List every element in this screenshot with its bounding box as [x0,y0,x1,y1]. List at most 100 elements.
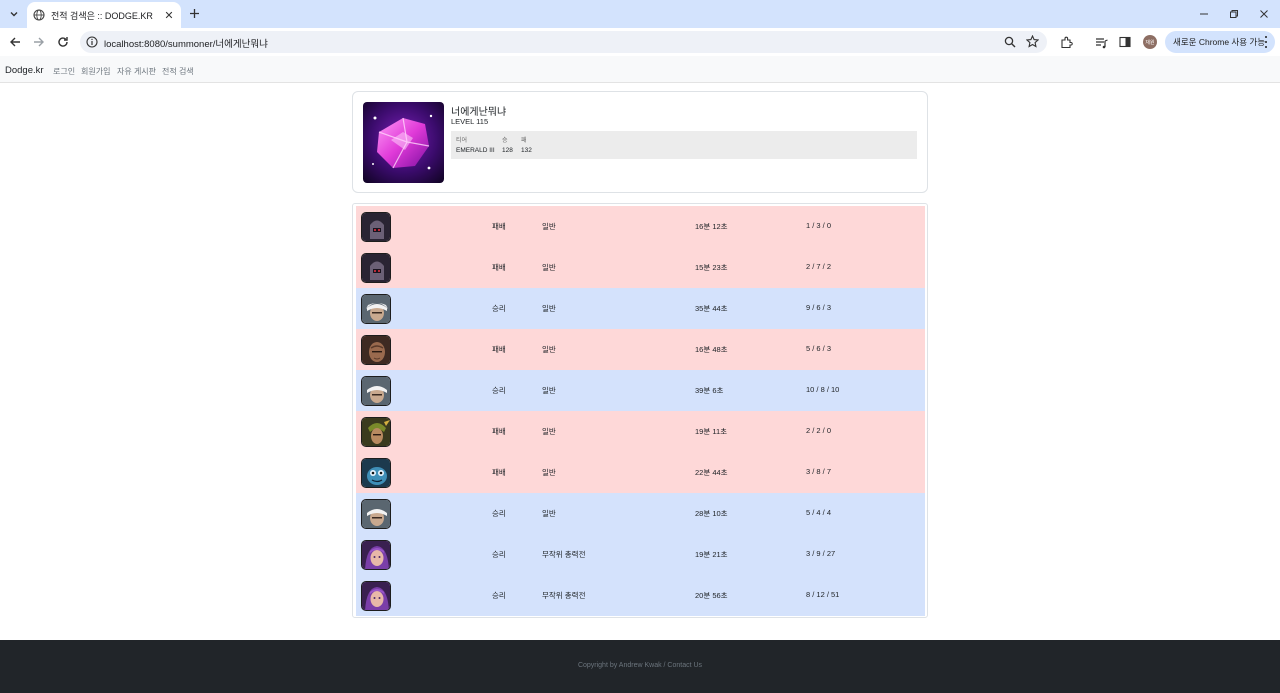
match-mode: 일반 [542,509,556,518]
rank-wins: 128 [502,147,513,154]
close-tab-icon[interactable]: ✕ [163,9,175,22]
match-result: 승리 [492,304,506,313]
champion-portrait-icon [361,458,391,488]
match-kda: 2 / 2 / 0 [806,426,832,435]
match-result: 승리 [492,386,506,395]
champion-portrait-icon [361,212,391,242]
match-mode: 일반 [542,468,556,477]
profile-avatar[interactable]: 재원 [1143,35,1157,49]
url-text[interactable]: localhost:8080/summoner/너에게난뭐냐 [104,36,268,50]
match-duration: 35분 44초 [695,304,728,313]
champion-portrait-icon [361,253,391,283]
match-duration: 16분 48초 [695,345,728,354]
tab-search-chevron-icon[interactable] [5,5,22,22]
rank-header-tier: 티어 [456,138,468,144]
rank-table: 티어 승 패 EMERALD III 128 132 [451,131,917,159]
address-bar[interactable]: localhost:8080/summoner/너에게난뭐냐 [80,31,1047,53]
match-kda: 10 / 8 / 10 [806,385,840,394]
nav-link-record-search[interactable]: 전적 검색 [162,66,194,77]
chrome-update-button[interactable]: 새로운 Chrome 사용 가능 [1165,31,1275,53]
restore-window-icon[interactable] [1226,6,1242,22]
match-row[interactable]: 승리 일반 28분 10초 5 / 4 / 4 [356,493,925,534]
match-result: 승리 [492,591,506,600]
new-tab-plus-icon[interactable] [187,6,202,21]
nav-link-free-board[interactable]: 자유 게시판 [117,66,156,77]
globe-icon [33,9,45,21]
tab-title: 전적 검색은 :: DODGE.KR [51,10,153,21]
champion-portrait-icon [361,417,391,447]
match-mode: 무작위 총력전 [542,591,586,600]
match-row[interactable]: 승리 무작위 총력전 20분 56초 8 / 12 / 51 [356,575,925,616]
match-row[interactable]: 패배 일반 19분 11초 2 / 2 / 0 [356,411,925,452]
match-duration: 16분 12초 [695,222,728,231]
match-mode: 일반 [542,345,556,354]
minimize-window-icon[interactable] [1196,6,1212,22]
match-row[interactable]: 승리 일반 39분 6초 10 / 8 / 10 [356,370,925,411]
match-kda: 5 / 6 / 3 [806,344,832,353]
reload-icon[interactable] [55,34,71,50]
match-kda: 9 / 6 / 3 [806,303,832,312]
match-duration: 20분 56초 [695,591,728,600]
match-history-list: 패배 일반 16분 12초 1 / 3 / 0 패배 일반 15분 23초 2 … [352,203,928,618]
match-row[interactable]: 패배 일반 22분 44초 3 / 8 / 7 [356,452,925,493]
match-duration: 22분 44초 [695,468,728,477]
match-result: 패배 [492,263,506,272]
match-duration: 39분 6초 [695,386,724,395]
match-result: 패배 [492,427,506,436]
champion-portrait-icon [361,294,391,324]
rank-header-wins: 승 [502,138,508,144]
match-mode: 일반 [542,386,556,395]
rank-tier: EMERALD III [456,147,495,154]
match-row[interactable]: 승리 일반 35분 44초 9 / 6 / 3 [356,288,925,329]
site-navbar: Dodge.kr 로그인 회원가입 자유 게시판 전적 검색 [0,56,1280,83]
match-result: 패배 [492,468,506,477]
brand-link[interactable]: Dodge.kr [5,65,44,76]
nav-link-signup[interactable]: 회원가입 [81,66,110,77]
summoner-profile-icon [363,102,444,183]
match-row[interactable]: 승리 무작위 총력전 19분 21초 3 / 9 / 27 [356,534,925,575]
match-row[interactable]: 패배 일반 16분 12초 1 / 3 / 0 [356,206,925,247]
rank-header-losses: 패 [521,138,527,144]
more-menu-icon[interactable] [1264,36,1268,48]
match-kda: 5 / 4 / 4 [806,508,832,517]
champion-portrait-icon [361,499,391,529]
browser-tab-strip: 전적 검색은 :: DODGE.KR ✕ [0,0,1280,28]
match-duration: 19분 11초 [695,427,728,436]
back-arrow-icon[interactable] [7,34,23,50]
bookmark-star-icon[interactable] [1026,35,1039,48]
close-window-icon[interactable] [1256,6,1272,22]
match-duration: 15분 23초 [695,263,728,272]
match-duration: 19분 21초 [695,550,728,559]
side-panel-icon[interactable] [1118,35,1132,49]
champion-portrait-icon [361,581,391,611]
match-row[interactable]: 패배 일반 16분 48초 5 / 6 / 3 [356,329,925,370]
site-footer: Copyright by Andrew Kwak / Contact Us [0,640,1280,693]
champion-portrait-icon [361,376,391,406]
footer-copyright[interactable]: Copyright by Andrew Kwak / Contact Us [0,662,1280,669]
match-kda: 8 / 12 / 51 [806,590,840,599]
browser-tab[interactable]: 전적 검색은 :: DODGE.KR ✕ [27,2,181,28]
match-duration: 28분 10초 [695,509,728,518]
match-kda: 2 / 7 / 2 [806,262,832,271]
media-control-icon[interactable] [1094,35,1108,49]
extensions-puzzle-icon[interactable] [1059,35,1073,49]
site-info-icon[interactable] [86,36,98,48]
match-mode: 일반 [542,427,556,436]
match-kda: 3 / 8 / 7 [806,467,832,476]
nav-link-login[interactable]: 로그인 [53,66,75,77]
match-row[interactable]: 패배 일반 15분 23초 2 / 7 / 2 [356,247,925,288]
summoner-name: 너에게난뭐냐 [451,107,507,118]
summoner-profile-card: 너에게난뭐냐 LEVEL 115 티어 승 패 EMERALD III 128 … [352,91,928,193]
match-kda: 1 / 3 / 0 [806,221,832,230]
match-mode: 일반 [542,304,556,313]
champion-portrait-icon [361,540,391,570]
match-result: 패배 [492,222,506,231]
forward-arrow-icon[interactable] [31,34,47,50]
match-mode: 일반 [542,263,556,272]
browser-toolbar: localhost:8080/summoner/너에게난뭐냐 재원 새로운 Ch… [0,28,1280,56]
match-mode: 일반 [542,222,556,231]
summoner-level: LEVEL 115 [451,117,489,126]
match-result: 패배 [492,345,506,354]
match-result: 승리 [492,509,506,518]
zoom-magnifier-icon[interactable] [1004,36,1016,48]
